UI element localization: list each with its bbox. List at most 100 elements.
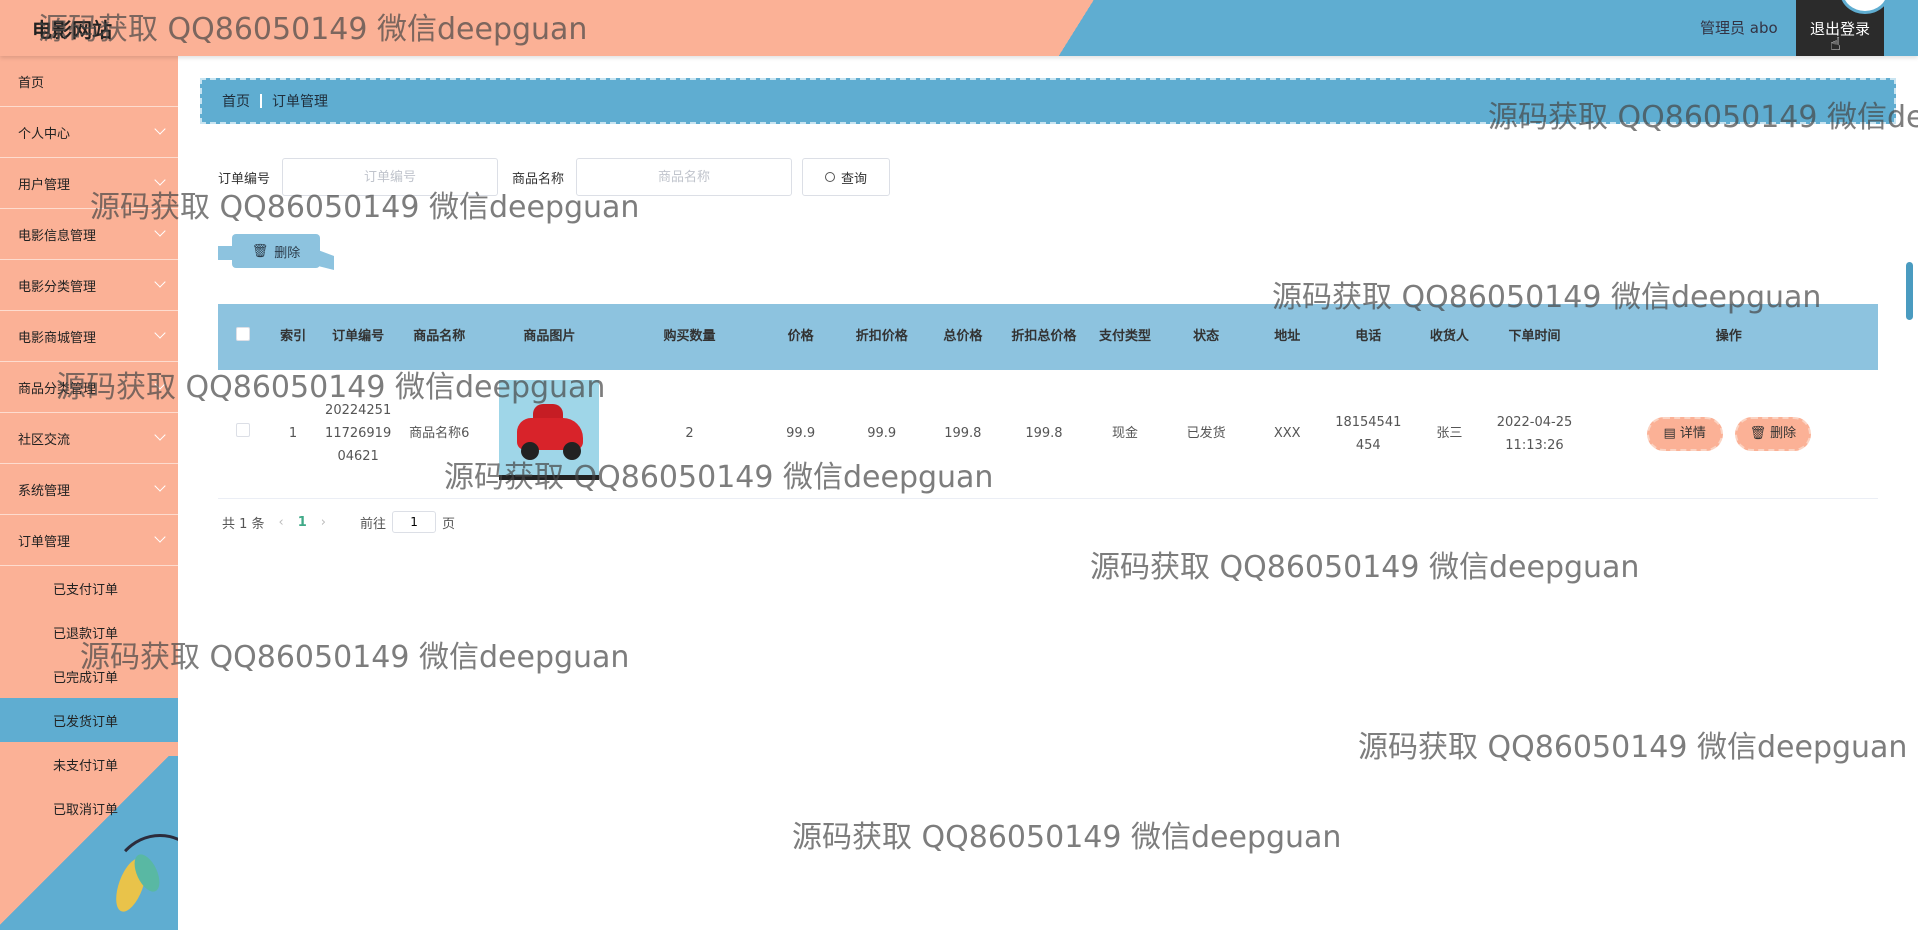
page-jump-input[interactable]: [392, 511, 437, 533]
sidebar-item-system[interactable]: 系统管理: [0, 464, 178, 515]
scrollbar-thumb[interactable]: [1906, 262, 1913, 320]
product-name-label: 商品名称: [512, 171, 565, 187]
cell-order-no: 2022425111726919 04621: [325, 403, 392, 465]
sidebar-subitem-label: 已发货订单: [53, 714, 119, 730]
cell-order-time: 2022-04-25 11:13:26: [1496, 414, 1573, 453]
document-icon: ▤: [1663, 426, 1676, 442]
sidebar-subitem-completed[interactable]: 已完成订单: [0, 654, 178, 698]
watermark: 源码获取 QQ86050149 微信deepguan: [1090, 550, 1640, 585]
next-page-icon[interactable]: ›: [321, 515, 326, 530]
column-header: 电话: [1355, 329, 1382, 344]
sidebar: 首页 个人中心 用户管理 电影信息管理 电影分类管理 电影商城管理 商品分类管理…: [0, 56, 178, 930]
detail-button-label: 详情: [1679, 426, 1706, 442]
row-delete-button[interactable]: 🗑 删除: [1734, 416, 1811, 451]
column-header: 订单编号: [332, 329, 385, 344]
breadcrumb-current: 订单管理: [272, 94, 328, 110]
cell-discount-total: 199.8: [1025, 426, 1063, 442]
cell-actions: ▤ 详情 🗑 删除: [1580, 370, 1878, 498]
sidebar-item-movie-category[interactable]: 电影分类管理: [0, 260, 178, 311]
sidebar-item-personal-center[interactable]: 个人中心: [0, 107, 178, 158]
sidebar-subitem-cancelled[interactable]: 已取消订单: [0, 786, 178, 830]
product-image: [499, 379, 600, 480]
row-checkbox[interactable]: [218, 370, 268, 498]
cell-product-name: 商品名称6: [409, 426, 470, 442]
product-name-input[interactable]: [576, 158, 793, 196]
sidebar-item-community[interactable]: 社区交流: [0, 413, 178, 464]
pagination: 共 1 条 ‹ 1 › 前往 页: [222, 511, 455, 533]
admin-name: 管理员 abo: [1700, 19, 1778, 37]
search-icon: [825, 172, 836, 182]
sidebar-item-user-management[interactable]: 用户管理: [0, 158, 178, 209]
cell-receiver: 张三: [1436, 426, 1463, 442]
column-header: 下单时间: [1508, 329, 1561, 344]
column-header: 折扣价格: [855, 329, 908, 344]
detail-button[interactable]: ▤ 详情: [1646, 416, 1723, 451]
sidebar-item-label: 系统管理: [18, 483, 71, 499]
sidebar-item-label: 电影信息管理: [18, 228, 97, 244]
column-header: 总价格: [943, 329, 983, 344]
column-header: 商品名称: [413, 329, 466, 344]
trash-icon: 🗑: [1749, 426, 1767, 442]
column-header: 操作: [1715, 329, 1742, 344]
query-button-label: 查询: [841, 171, 868, 187]
cell-quantity: 2: [685, 426, 694, 442]
sidebar-subitem-paid[interactable]: 已支付订单: [0, 566, 178, 610]
top-bar: 电影网站 管理员 abo 退出登录 ☝: [0, 0, 1918, 56]
sidebar-item-home[interactable]: 首页: [0, 56, 178, 107]
sidebar-subitem-label: 已取消订单: [53, 802, 119, 818]
breadcrumb: 首页 订单管理: [200, 78, 1896, 124]
sidebar-item-label: 商品分类管理: [18, 381, 97, 397]
column-header: 状态: [1193, 329, 1220, 344]
cell-pay-type: 现金: [1112, 426, 1139, 442]
column-header: 购买数量: [663, 329, 716, 344]
sidebar-item-movie-info[interactable]: 电影信息管理: [0, 209, 178, 260]
batch-delete-button[interactable]: 🗑 删除: [232, 234, 320, 268]
table-row: 1 2022425111726919 04621 商品名称6 2 99.9 99…: [218, 370, 1878, 498]
query-button[interactable]: 查询: [802, 158, 891, 196]
cell-status: 已发货: [1186, 426, 1226, 442]
sidebar-item-label: 用户管理: [18, 177, 71, 193]
sidebar-item-label: 社区交流: [18, 432, 71, 448]
cell-price: 99.9: [786, 426, 816, 442]
watermark: 源码获取 QQ86050149 微信deepguan: [1358, 730, 1908, 765]
orders-table: 索引 订单编号 商品名称 商品图片 购买数量 价格 折扣价格 总价格 折扣总价格…: [218, 304, 1878, 499]
column-header: 地址: [1274, 329, 1301, 344]
column-header: 价格: [787, 329, 814, 344]
batch-delete-label: 删除: [274, 245, 301, 261]
order-no-input[interactable]: [282, 158, 499, 196]
watermark: 源码获取 QQ86050149 微信deepguan: [792, 820, 1342, 855]
table-header-row: 索引 订单编号 商品名称 商品图片 购买数量 价格 折扣价格 总价格 折扣总价格…: [218, 304, 1878, 370]
mouse-cursor-icon: ☝: [1830, 34, 1841, 55]
prev-page-icon[interactable]: ‹: [279, 515, 284, 530]
column-header: 折扣总价格: [1011, 329, 1077, 344]
select-all-checkbox[interactable]: [218, 304, 268, 370]
sidebar-item-label: 订单管理: [18, 534, 71, 550]
cell-total-price: 199.8: [944, 426, 982, 442]
column-header: 收货人: [1429, 329, 1469, 344]
sidebar-subitem-refunded[interactable]: 已退款订单: [0, 610, 178, 654]
trash-icon: 🗑: [251, 243, 269, 259]
breadcrumb-home[interactable]: 首页: [222, 91, 250, 111]
cell-index: 1: [288, 426, 298, 442]
cell-phone: 18154541454: [1335, 414, 1402, 453]
sidebar-subitem-label: 未支付订单: [53, 758, 119, 774]
sidebar-item-label: 个人中心: [18, 126, 71, 142]
sidebar-item-label: 电影商城管理: [18, 330, 97, 346]
sidebar-subitem-shipped[interactable]: 已发货订单: [0, 698, 178, 742]
goto-label: 前往: [360, 516, 387, 532]
column-header: 支付类型: [1099, 329, 1152, 344]
cell-product-image: [480, 370, 618, 498]
page-number[interactable]: 1: [298, 515, 307, 530]
site-brand: 电影网站: [32, 18, 112, 42]
sidebar-item-orders[interactable]: 订单管理: [0, 515, 178, 566]
sidebar-subitem-label: 已完成订单: [53, 670, 119, 686]
pagination-total: 共 1 条: [222, 516, 265, 532]
order-no-label: 订单编号: [218, 171, 271, 187]
cell-address: XXX: [1273, 426, 1301, 442]
sidebar-item-label: 首页: [18, 75, 45, 91]
sidebar-item-label: 电影分类管理: [18, 279, 97, 295]
sidebar-item-product-category[interactable]: 商品分类管理: [0, 362, 178, 413]
sidebar-item-movie-store[interactable]: 电影商城管理: [0, 311, 178, 362]
sidebar-subitem-unpaid[interactable]: 未支付订单: [0, 742, 178, 786]
row-delete-label: 删除: [1770, 426, 1797, 442]
